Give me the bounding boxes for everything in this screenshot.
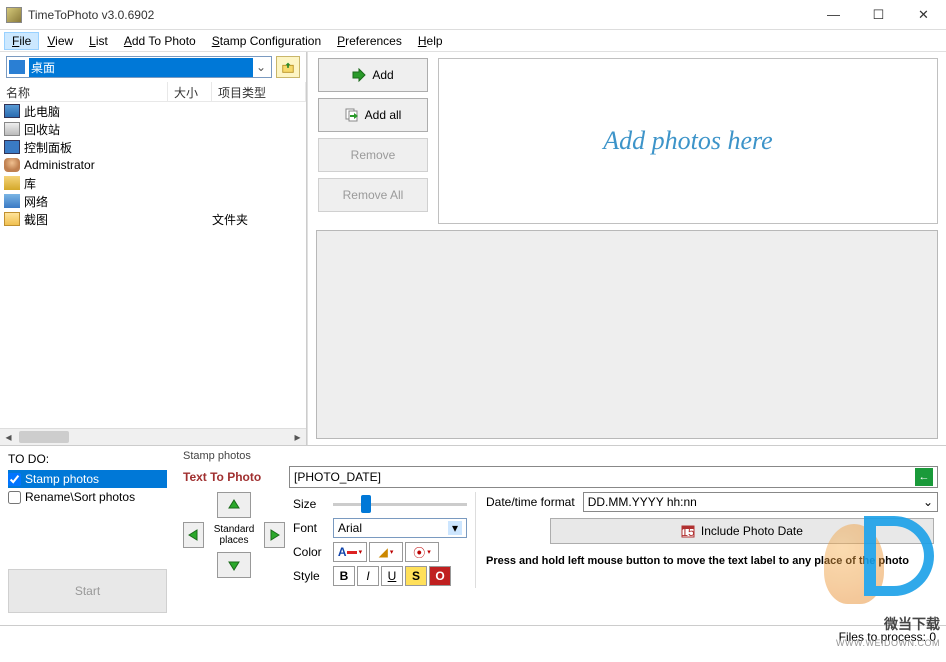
outline-color-button[interactable]: ⦿▾: [405, 542, 439, 562]
move-right-button[interactable]: [264, 522, 285, 548]
add-all-button[interactable]: Add all: [318, 98, 428, 132]
horizontal-scrollbar[interactable]: ◂ ▸: [0, 428, 306, 445]
desktop-icon: [9, 60, 25, 74]
scroll-thumb[interactable]: [19, 431, 69, 443]
location-value: 桌面: [29, 58, 253, 77]
drop-message: Add photos here: [603, 126, 772, 156]
file-row[interactable]: 库: [0, 174, 306, 192]
chevron-down-icon[interactable]: ▾: [448, 521, 462, 535]
file-row[interactable]: Administrator: [0, 156, 306, 174]
todo-panel: TO DO: Stamp photos Rename\Sort photos S…: [0, 446, 175, 625]
window-title: TimeToPhoto v3.0.6902: [28, 8, 811, 22]
text-to-photo-label: Text To Photo: [183, 470, 285, 484]
scroll-left-icon[interactable]: ◂: [0, 429, 17, 445]
outline-button[interactable]: O: [429, 566, 451, 586]
photo-drop-area[interactable]: Add photos here: [438, 58, 938, 224]
file-icon: [4, 194, 20, 208]
file-row[interactable]: 控制面板: [0, 138, 306, 156]
file-icon: [4, 122, 20, 136]
menu-add-to-photo[interactable]: Add To Photo: [116, 32, 204, 50]
include-photo-date-button[interactable]: 15 Include Photo Date: [550, 518, 934, 544]
app-icon: [6, 7, 22, 23]
standard-places-label: Standard places: [212, 524, 255, 546]
back-arrow-icon[interactable]: ←: [915, 468, 933, 486]
file-icon: [4, 104, 20, 118]
size-slider[interactable]: [333, 494, 467, 514]
file-icon: [4, 158, 20, 172]
photo-preview-area: [316, 230, 938, 439]
remove-button: Remove: [318, 138, 428, 172]
rename-sort-checkbox[interactable]: Rename\Sort photos: [8, 488, 167, 506]
menu-stamp-configuration[interactable]: Stamp Configuration: [204, 32, 329, 50]
status-bar: Files to process: 0: [0, 625, 946, 647]
menu-preferences[interactable]: Preferences: [329, 32, 410, 50]
window-titlebar: TimeToPhoto v3.0.6902 — ☐ ✕: [0, 0, 946, 30]
text-color-button[interactable]: A▾: [333, 542, 367, 562]
datetime-format-combo[interactable]: DD.MM.YYYY hh:nn⌄: [583, 492, 938, 512]
position-arrows: Standard places: [183, 492, 285, 588]
file-row[interactable]: 网络: [0, 192, 306, 210]
file-row[interactable]: 截图文件夹: [0, 210, 306, 228]
style-label: Style: [293, 569, 329, 583]
file-list-header: 名称 大小 项目类型: [0, 82, 306, 102]
menu-bar: File View List Add To Photo Stamp Config…: [0, 30, 946, 52]
col-name[interactable]: 名称: [0, 82, 168, 101]
scroll-right-icon[interactable]: ▸: [289, 429, 306, 445]
add-button[interactable]: Add: [318, 58, 428, 92]
datetime-format-label: Date/time format: [486, 495, 575, 509]
move-down-button[interactable]: [217, 552, 251, 578]
chevron-down-icon[interactable]: ⌄: [253, 60, 269, 74]
col-type[interactable]: 项目类型: [212, 82, 306, 101]
move-left-button[interactable]: [183, 522, 204, 548]
arrow-right-icon: [352, 68, 366, 82]
stamp-photos-checkbox[interactable]: Stamp photos: [8, 470, 167, 488]
fill-color-button[interactable]: ◢▾: [369, 542, 403, 562]
size-label: Size: [293, 497, 329, 511]
stamp-panel: Stamp photos Text To Photo [PHOTO_DATE] …: [175, 446, 946, 625]
svg-text:15: 15: [681, 525, 695, 538]
file-browser-pane: 桌面 ⌄ 名称 大小 项目类型 此电脑回收站控制面板Administrator库…: [0, 52, 307, 445]
menu-file[interactable]: File: [4, 32, 39, 50]
file-icon: [4, 212, 20, 226]
minimize-button[interactable]: —: [811, 0, 856, 29]
close-button[interactable]: ✕: [901, 0, 946, 29]
todo-header: TO DO:: [8, 452, 167, 466]
file-list[interactable]: 此电脑回收站控制面板Administrator库网络截图文件夹: [0, 102, 306, 428]
file-icon: [4, 176, 20, 190]
text-to-photo-input[interactable]: [PHOTO_DATE] ←: [289, 466, 938, 488]
calendar-icon: 15: [681, 524, 695, 538]
bold-button[interactable]: B: [333, 566, 355, 586]
font-combo[interactable]: Arial▾: [333, 518, 467, 538]
chevron-down-icon[interactable]: ⌄: [923, 495, 933, 509]
file-icon: [4, 140, 20, 154]
file-row[interactable]: 此电脑: [0, 102, 306, 120]
menu-list[interactable]: List: [81, 32, 116, 50]
move-up-button[interactable]: [217, 492, 251, 518]
italic-button[interactable]: I: [357, 566, 379, 586]
hint-text: Press and hold left mouse button to move…: [486, 554, 938, 568]
files-to-process-status: Files to process: 0: [839, 630, 936, 644]
col-size[interactable]: 大小: [168, 82, 212, 101]
underline-button[interactable]: U: [381, 566, 403, 586]
go-up-button[interactable]: [276, 56, 300, 78]
font-label: Font: [293, 521, 329, 535]
start-button: Start: [8, 569, 167, 613]
location-combo[interactable]: 桌面 ⌄: [6, 56, 272, 78]
action-button-column: Add Add all Remove Remove All: [308, 52, 438, 230]
menu-help[interactable]: Help: [410, 32, 451, 50]
stamp-header: Stamp photos: [183, 450, 938, 462]
maximize-button[interactable]: ☐: [856, 0, 901, 29]
menu-view[interactable]: View: [39, 32, 81, 50]
add-all-icon: [345, 108, 359, 122]
file-row[interactable]: 回收站: [0, 120, 306, 138]
remove-all-button: Remove All: [318, 178, 428, 212]
strikeout-button[interactable]: S: [405, 566, 427, 586]
color-label: Color: [293, 545, 329, 559]
